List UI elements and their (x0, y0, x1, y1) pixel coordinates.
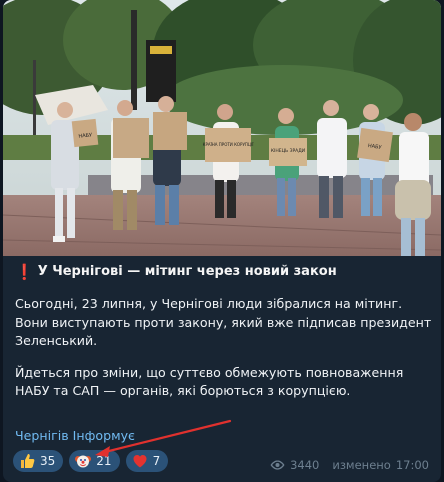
reaction-count: 21 (96, 454, 112, 468)
post-title: У Чернігові — мітинг через новий закон (37, 264, 337, 279)
svg-text:КІНЕЦЬ ЗРАДИ: КІНЕЦЬ ЗРАДИ (271, 148, 305, 154)
reaction-count: 35 (40, 454, 56, 468)
edited-label: изменено (332, 458, 391, 472)
eye-icon (270, 460, 285, 470)
svg-text:КРАЇНА ПРОТИ КОРУПЦІЇ: КРАЇНА ПРОТИ КОРУПЦІЇ (203, 142, 255, 147)
post-photo[interactable]: НАБУ КРАЇНА ПРОТИ КОРУПЦІЇ КІНЕЦЬ ЗРАДИ … (3, 0, 441, 256)
channel-post: НАБУ КРАЇНА ПРОТИ КОРУПЦІЇ КІНЕЦЬ ЗРАДИ … (3, 0, 441, 482)
protest-sign-6: НАБУ (357, 127, 393, 163)
reaction-count: 7 (152, 454, 161, 468)
post-paragraph-1: Сьогодні, 23 липня, у Чернігові люди зіб… (15, 296, 432, 348)
exclamation-icon: ❗ (15, 263, 34, 281)
reactions-bar: 35 21 7 (13, 450, 169, 472)
channel-signature-link[interactable]: Чернігів Інформує (15, 428, 135, 443)
post-meta: 3440 изменено 17:00 (270, 458, 429, 472)
protest-sign-2 (113, 118, 149, 158)
post-time: 17:00 (395, 458, 429, 472)
protest-sign-5: КІНЕЦЬ ЗРАДИ (269, 138, 307, 166)
heart-icon (133, 455, 147, 468)
clown-icon (75, 455, 92, 468)
post-paragraph-2: Йдеться про зміни, що суттєво обмежують … (15, 364, 404, 399)
thumbs-up-icon (21, 454, 35, 468)
reaction-thumbs-up[interactable]: 35 (13, 450, 64, 472)
reaction-clown[interactable]: 21 (69, 450, 120, 472)
post-text: ❗ У Чернігові — мітинг через новий закон… (15, 262, 433, 401)
post-title-line: ❗ У Чернігові — мітинг через новий закон (15, 262, 433, 282)
reaction-heart[interactable]: 7 (125, 450, 169, 472)
protest-sign-3 (153, 112, 187, 150)
protest-sign-1: НАБУ (71, 118, 99, 148)
protest-sign-4: КРАЇНА ПРОТИ КОРУПЦІЇ (203, 128, 255, 162)
views-count: 3440 (290, 458, 320, 472)
